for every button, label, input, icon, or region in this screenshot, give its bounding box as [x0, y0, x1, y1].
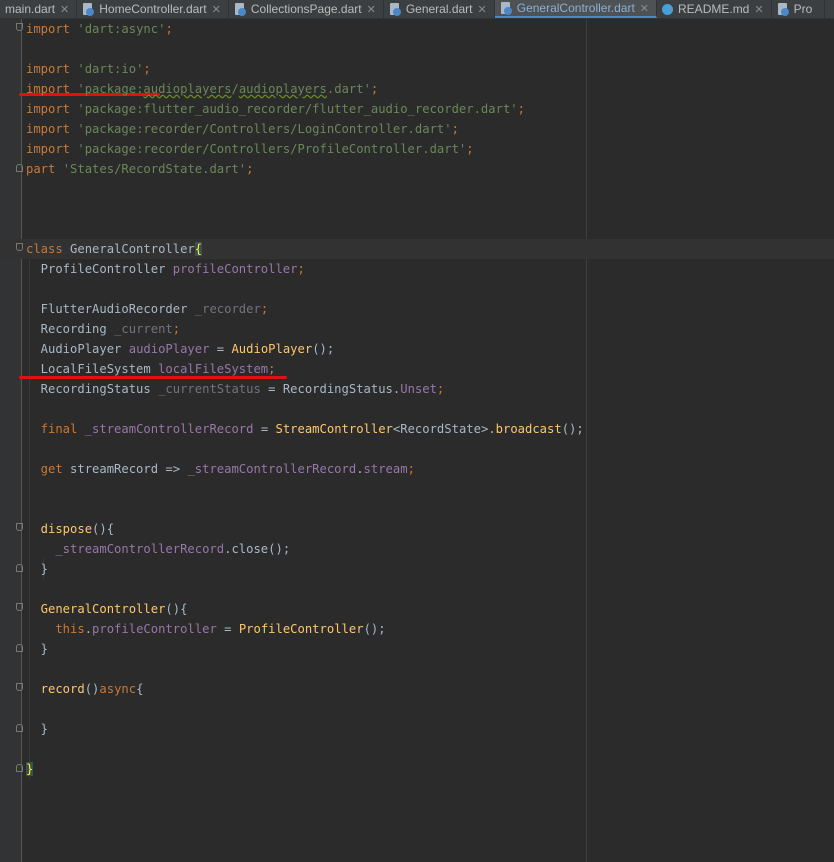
- code-line-27: _streamControllerRecord.close();: [26, 542, 291, 556]
- fold-marker-icon[interactable]: [16, 644, 23, 652]
- fold-marker-icon[interactable]: [16, 23, 23, 31]
- fold-marker-icon[interactable]: [16, 724, 23, 732]
- tab-general-controller[interactable]: GeneralController.dart ✕: [494, 0, 658, 18]
- dart-file-icon: [389, 2, 401, 16]
- tab-label: GeneralController.dart: [516, 1, 635, 15]
- tab-label: General.dart: [405, 2, 473, 16]
- code-line-21: final _streamControllerRecord = StreamCo…: [26, 422, 584, 436]
- code-line-19: RecordingStatus _currentStatus = Recordi…: [26, 382, 445, 396]
- tab-label: README.md: [678, 2, 750, 16]
- editor-tab-bar: main.dart ✕ HomeController.dart ✕ Collec…: [0, 0, 834, 19]
- tab-home-controller[interactable]: HomeController.dart ✕: [77, 0, 229, 18]
- code-line-16: Recording _current;: [26, 322, 181, 336]
- code-line-13: ProfileController profileController;: [26, 262, 305, 276]
- code-line-15: FlutterAudioRecorder _recorder;: [26, 302, 269, 316]
- code-line-32: }: [26, 642, 49, 656]
- tab-collections-page[interactable]: CollectionsPage.dart ✕: [229, 0, 384, 18]
- code-line-17: AudioPlayer audioPlayer = AudioPlayer();: [26, 342, 335, 356]
- close-icon[interactable]: ✕: [60, 3, 69, 16]
- code-line-38: }: [26, 762, 34, 776]
- code-line-36: }: [26, 722, 49, 736]
- close-icon[interactable]: ✕: [367, 3, 376, 16]
- fold-marker-icon[interactable]: [16, 603, 23, 611]
- dart-file-icon: [777, 2, 789, 16]
- close-icon[interactable]: ✕: [640, 2, 649, 15]
- code-line-4: import 'package:audioplayers/audioplayer…: [26, 82, 379, 96]
- editor-gutter: [0, 19, 22, 862]
- code-line-12: class GeneralController{: [26, 242, 203, 256]
- code-line-30: GeneralController(){: [26, 602, 188, 616]
- fold-marker-icon[interactable]: [16, 164, 23, 172]
- code-line-23: get streamRecord => _streamControllerRec…: [26, 462, 415, 476]
- tab-label: Pro: [793, 2, 813, 16]
- tab-label: CollectionsPage.dart: [250, 2, 362, 16]
- fold-marker-icon[interactable]: [16, 683, 23, 691]
- close-icon[interactable]: ✕: [754, 3, 763, 16]
- fold-marker-icon[interactable]: [16, 243, 23, 251]
- dart-file-icon: [500, 1, 512, 15]
- tab-pro[interactable]: Pro: [772, 0, 826, 18]
- dart-file-icon: [234, 2, 246, 16]
- code-editor[interactable]: import 'dart:async'; import 'dart:io'; i…: [0, 19, 834, 862]
- dart-file-icon: [82, 2, 95, 16]
- code-line-31: this.profileController = ProfileControll…: [26, 622, 386, 636]
- tab-label: HomeController.dart: [99, 2, 207, 16]
- tab-readme[interactable]: README.md ✕: [657, 0, 772, 18]
- code-line-7: import 'package:recorder/Controllers/Pro…: [26, 142, 474, 156]
- code-line-28: }: [26, 562, 49, 576]
- fold-marker-icon[interactable]: [16, 564, 23, 572]
- close-icon[interactable]: ✕: [212, 3, 221, 16]
- code-line-1: import 'dart:async';: [26, 22, 173, 36]
- code-line-5: import 'package:flutter_audio_recorder/f…: [26, 102, 525, 116]
- fold-marker-icon[interactable]: [16, 523, 23, 531]
- code-line-3: import 'dart:io';: [26, 62, 151, 76]
- code-line-6: import 'package:recorder/Controllers/Log…: [26, 122, 459, 136]
- tab-general[interactable]: General.dart ✕: [384, 0, 495, 18]
- right-margin-guide: [586, 19, 587, 862]
- code-line-34: record()async{: [26, 682, 144, 696]
- fold-marker-icon[interactable]: [16, 764, 23, 772]
- tab-main-dart[interactable]: main.dart ✕: [0, 0, 78, 18]
- markdown-file-icon: [662, 3, 674, 15]
- code-line-8: part 'States/RecordState.dart';: [26, 162, 254, 176]
- code-line-26: dispose(){: [26, 522, 115, 536]
- tab-label: main.dart: [5, 2, 56, 16]
- close-icon[interactable]: ✕: [478, 3, 487, 16]
